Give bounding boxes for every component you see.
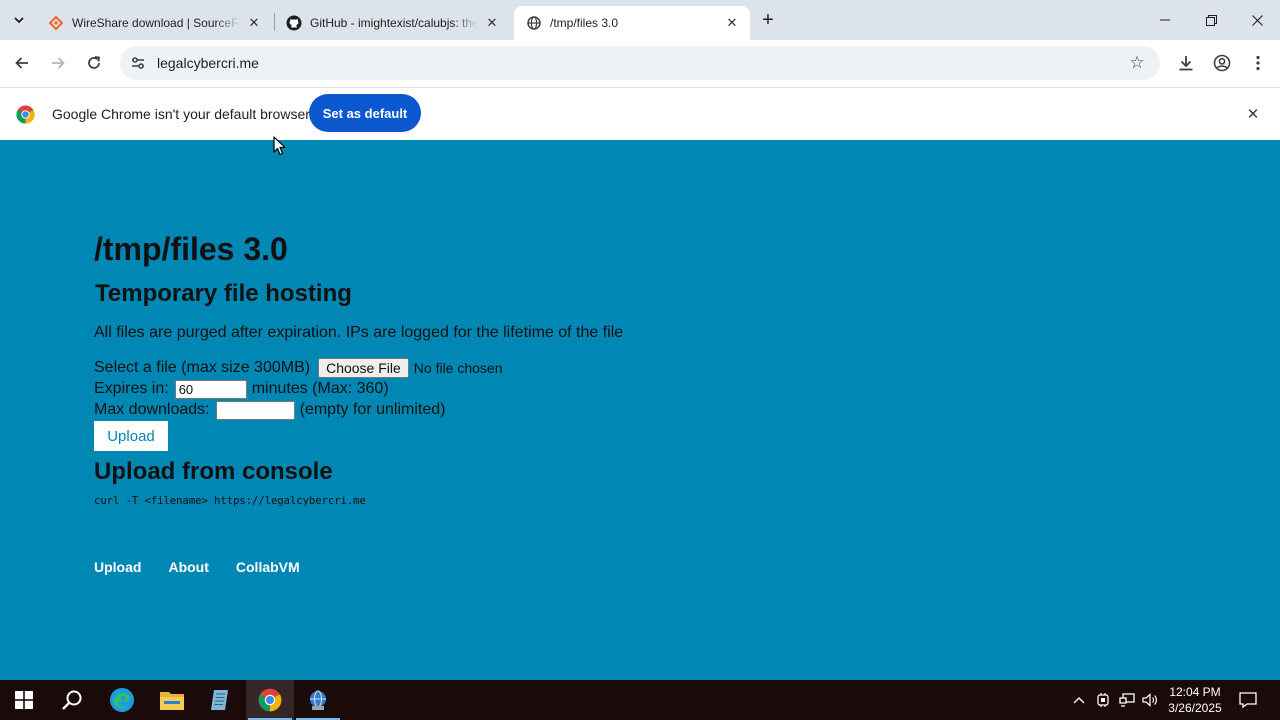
expires-label: Expires in:: [94, 380, 169, 397]
downloads-icon[interactable]: [1172, 49, 1200, 77]
restore-button[interactable]: [1188, 0, 1234, 40]
set-as-default-button[interactable]: Set as default: [309, 94, 421, 132]
chrome-icon: [258, 688, 282, 712]
footer-link-about[interactable]: About: [168, 559, 208, 575]
tab-title: WireShare download | SourceForge.net: [72, 16, 240, 30]
console-heading: Upload from console: [94, 458, 333, 485]
taskbar-edge[interactable]: [98, 680, 146, 720]
close-icon[interactable]: ✕: [1243, 104, 1263, 124]
close-icon[interactable]: ✕: [722, 13, 742, 33]
taskbar-chrome[interactable]: [246, 680, 294, 720]
folder-icon: [160, 692, 184, 710]
new-tab-button[interactable]: +: [756, 8, 780, 32]
page-subtitle: Temporary file hosting: [95, 280, 352, 307]
tab-strip: WireShare download | SourceForge.net ✕ G…: [0, 0, 1280, 40]
network-icon[interactable]: [1116, 680, 1138, 720]
footer-link-collabvm[interactable]: CollabVM: [236, 559, 300, 575]
expires-row: Expires in: minutes (Max: 360): [94, 379, 389, 399]
max-downloads-label: Max downloads:: [94, 401, 210, 418]
tab-search-chevron-icon[interactable]: [8, 9, 30, 31]
site-settings-icon[interactable]: [128, 53, 148, 73]
start-button[interactable]: [0, 680, 48, 720]
clock-time: 12:04 PM: [1169, 685, 1221, 699]
notification-center-icon[interactable]: [1234, 680, 1262, 720]
footer-link-upload[interactable]: Upload: [94, 559, 141, 575]
taskbar-file-explorer[interactable]: [148, 680, 196, 720]
tab-github[interactable]: GitHub - imightexist/calubjs: the ✕: [274, 6, 510, 40]
tray-device-icon[interactable]: [1092, 680, 1114, 720]
address-url: legalcybercri.me: [157, 55, 259, 71]
footer-nav: Upload About CollabVM: [94, 559, 300, 575]
console-command: curl -T <filename> https://legalcybercri…: [94, 495, 366, 507]
upload-button[interactable]: Upload: [94, 421, 168, 451]
search-button[interactable]: [48, 680, 96, 720]
max-downloads-row: Max downloads: (empty for unlimited): [94, 400, 445, 420]
infobar-message: Google Chrome isn't your default browser: [52, 106, 310, 122]
close-icon[interactable]: ✕: [482, 13, 502, 33]
tab-title: /tmp/files 3.0: [550, 16, 619, 30]
edge-icon: [110, 688, 134, 712]
chrome-logo-icon: [16, 105, 35, 124]
taskbar-network-app[interactable]: [294, 680, 342, 720]
close-window-button[interactable]: [1234, 0, 1280, 40]
forward-button[interactable]: [44, 49, 72, 77]
taskbar-clock[interactable]: 12:04 PM 3/26/2025: [1160, 684, 1230, 716]
bookmark-star-icon[interactable]: ☆: [1126, 52, 1148, 74]
github-icon: [286, 15, 302, 31]
reload-button[interactable]: [80, 49, 108, 77]
notepad-icon: [211, 690, 228, 710]
max-downloads-suffix: (empty for unlimited): [299, 401, 446, 418]
taskbar-notepad[interactable]: [196, 680, 244, 720]
volume-icon[interactable]: [1139, 680, 1161, 720]
minimize-button[interactable]: [1142, 0, 1188, 40]
purge-notice: All files are purged after expiration. I…: [94, 324, 624, 341]
show-hidden-icons-chevron-icon[interactable]: [1068, 680, 1090, 720]
file-status: No file chosen: [413, 360, 503, 376]
menu-kebab-icon[interactable]: [1244, 49, 1272, 77]
tab-title: GitHub - imightexist/calubjs: the: [310, 16, 478, 30]
choose-file-button[interactable]: Choose File: [318, 358, 409, 378]
max-downloads-input[interactable]: [215, 400, 295, 420]
network-globe-icon: [310, 690, 326, 710]
default-browser-infobar: Google Chrome isn't your default browser…: [0, 87, 1280, 140]
clock-date: 3/26/2025: [1168, 701, 1222, 715]
taskbar: 12:04 PM 3/26/2025: [0, 680, 1280, 720]
back-button[interactable]: [8, 49, 36, 77]
mouse-cursor-icon: [273, 136, 286, 156]
browser-toolbar: legalcybercri.me ☆: [0, 40, 1280, 87]
search-icon: [62, 690, 82, 710]
globe-icon: [526, 15, 542, 31]
expires-input[interactable]: [174, 379, 247, 399]
windows-logo-icon: [15, 691, 33, 709]
address-bar[interactable]: legalcybercri.me ☆: [120, 46, 1160, 80]
file-row: Select a file (max size 300MB) Choose Fi…: [94, 358, 503, 378]
tab-tmpfiles[interactable]: /tmp/files 3.0 ✕: [514, 6, 750, 40]
profile-icon[interactable]: [1208, 49, 1236, 77]
page-title: /tmp/files 3.0: [94, 231, 288, 267]
sourceforge-icon: [48, 15, 64, 31]
tab-wireshare[interactable]: WireShare download | SourceForge.net ✕: [36, 6, 272, 40]
expires-suffix: minutes (Max: 360): [251, 380, 389, 397]
file-label: Select a file (max size 300MB): [94, 359, 311, 376]
close-icon[interactable]: ✕: [244, 13, 264, 33]
